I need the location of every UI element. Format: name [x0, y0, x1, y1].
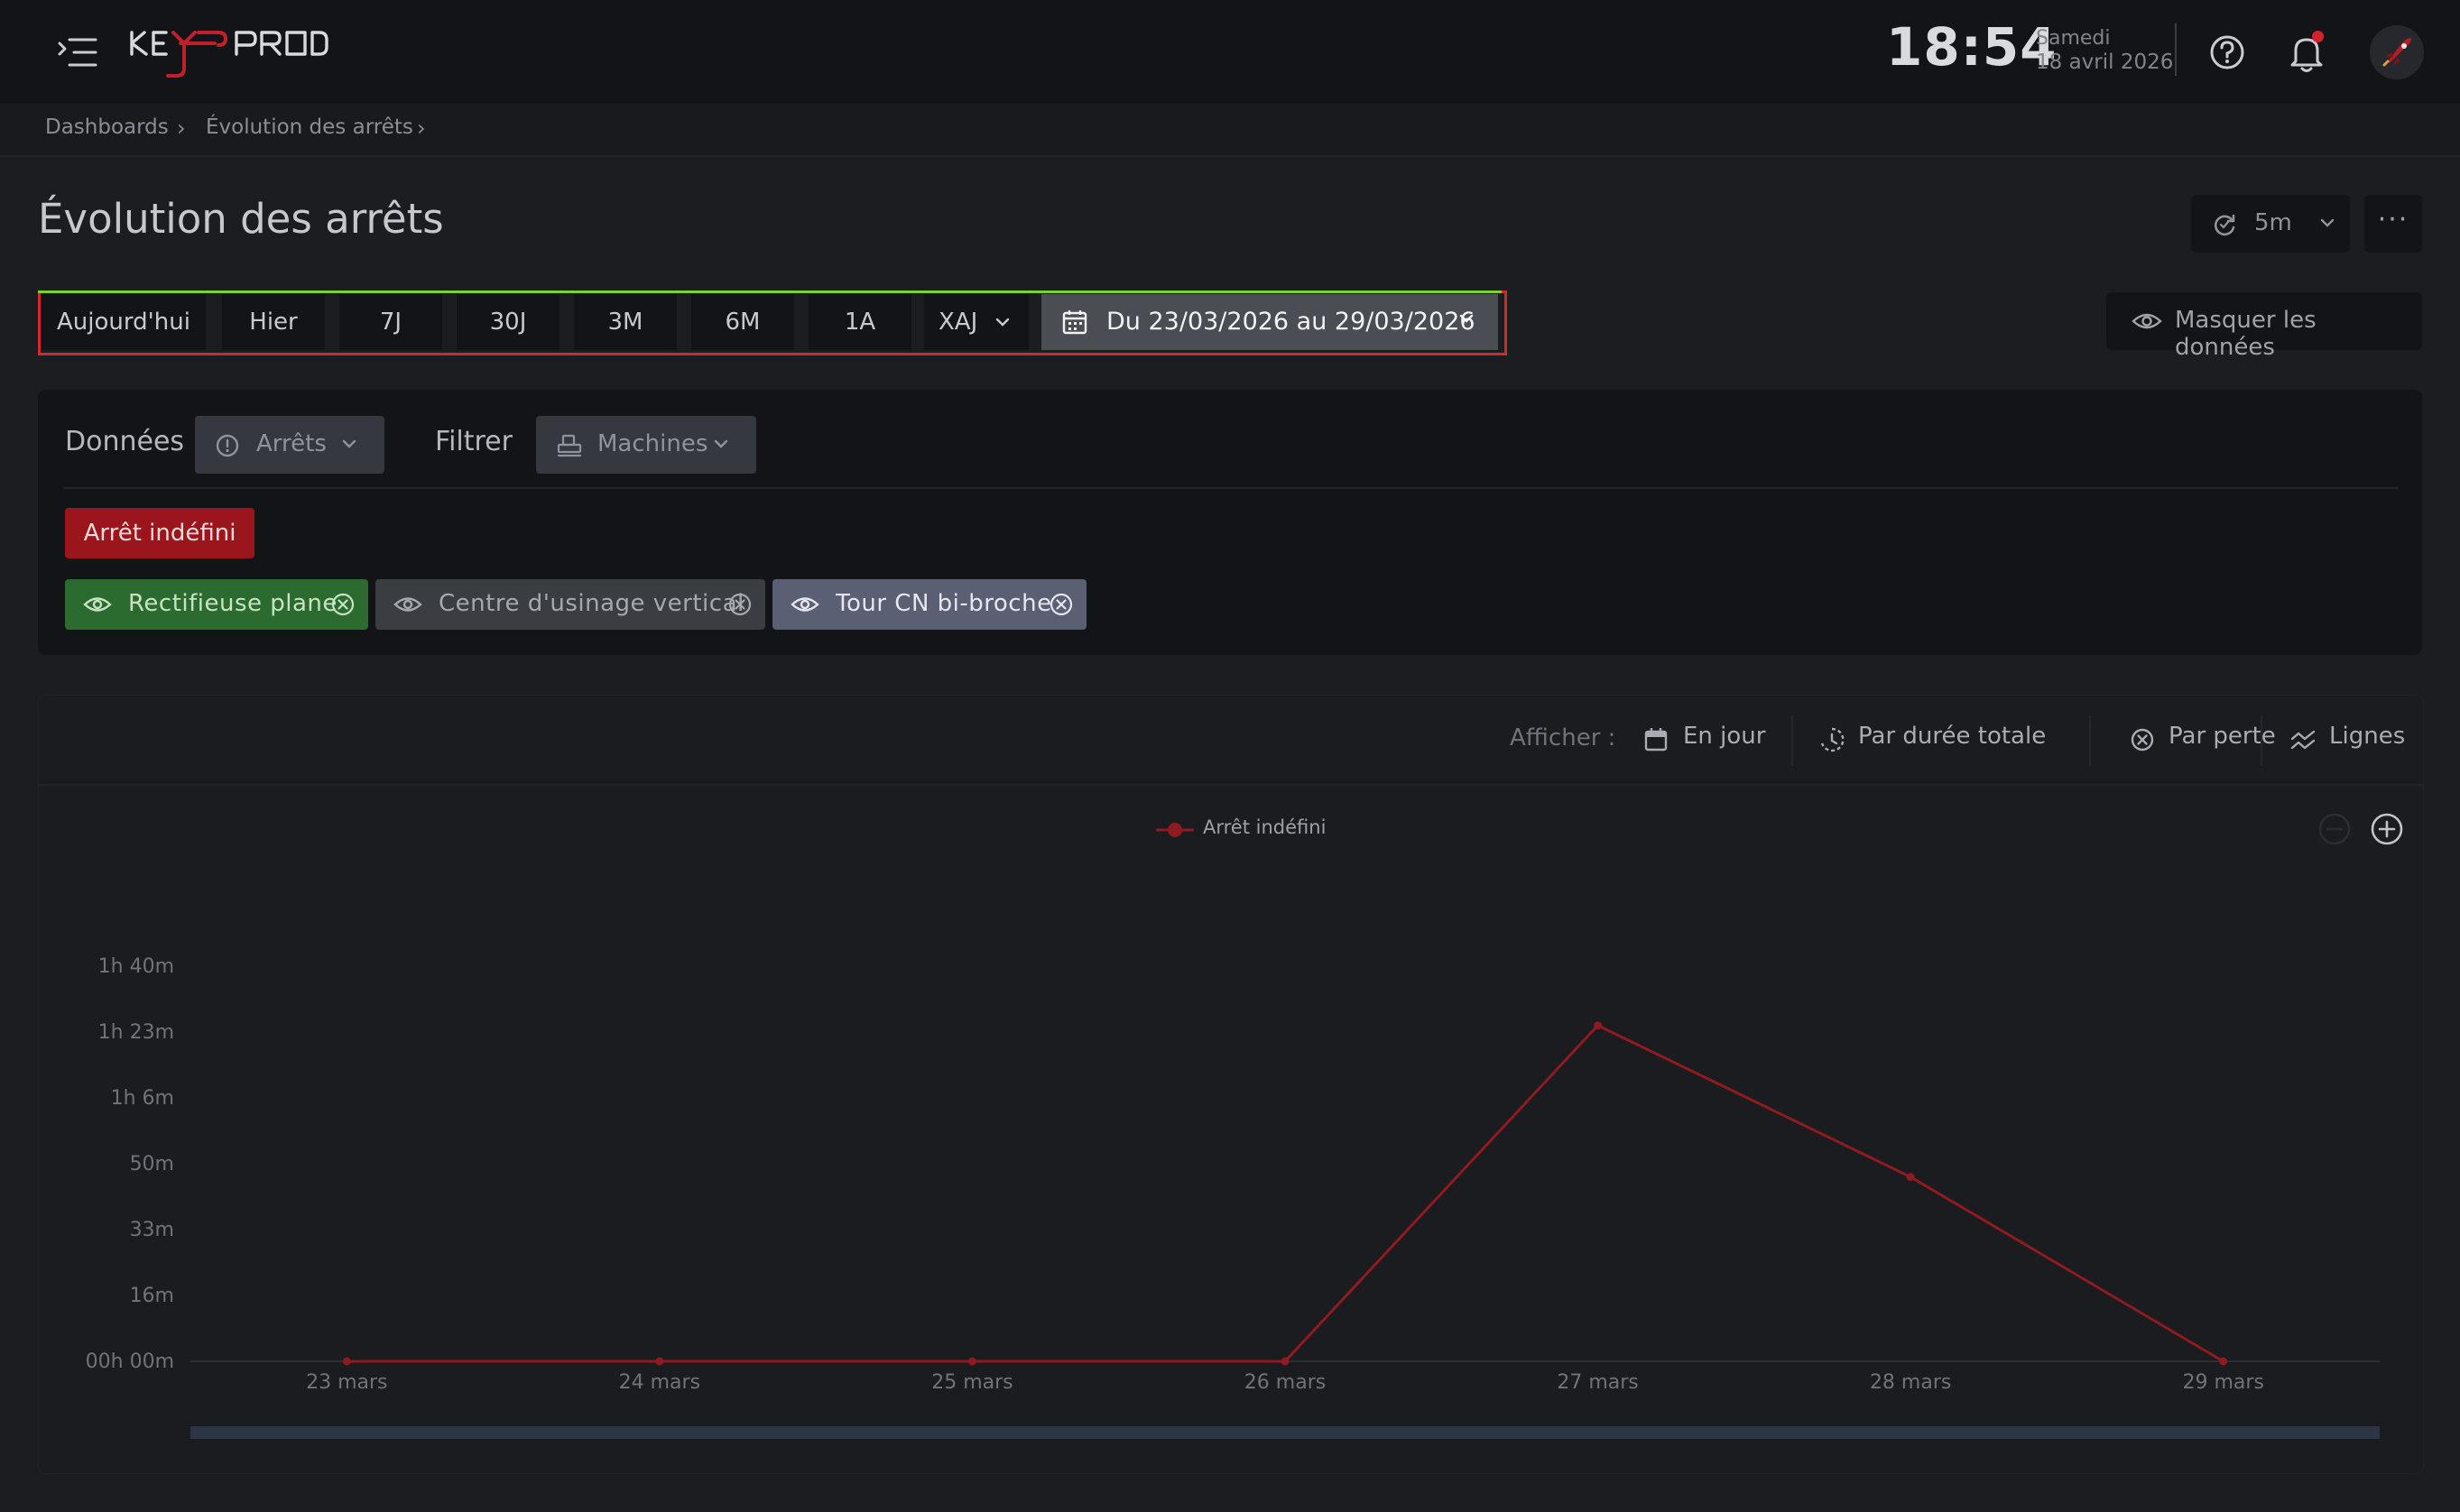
breadcrumb-separator: ›: [417, 115, 426, 141]
data-label: Données: [65, 426, 185, 457]
data-point[interactable]: [655, 1357, 664, 1366]
hide-data-button[interactable]: Masquer les données: [2106, 292, 2422, 361]
keyprod-logo[interactable]: [128, 23, 328, 81]
chevron-down-icon: [342, 439, 356, 448]
y-tick-label: 00h 00m: [86, 1351, 174, 1373]
data-type-dropdown[interactable]: Arrêts: [195, 416, 384, 474]
filter-label: Filtrer: [435, 426, 513, 457]
data-point[interactable]: [342, 1357, 351, 1366]
eye-icon: [791, 597, 819, 612]
chart-panel: Afficher : En jour Par durée totale Par …: [38, 695, 2424, 1474]
machine-chip-rectifieuse[interactable]: Rectifieuse plane: [65, 579, 368, 630]
date-range-label: Du 23/03/2026 au 29/03/2026: [1106, 308, 1475, 336]
clock-time: 18:54: [1886, 16, 2058, 78]
y-tick-label: 16m: [130, 1285, 174, 1307]
x-tick-label: 27 mars: [1557, 1371, 1638, 1394]
range-yesterday-button[interactable]: Hier: [222, 294, 325, 350]
more-options-button[interactable]: ···: [2364, 195, 2422, 253]
filter-value: Machines: [597, 430, 708, 457]
filter-dropdown[interactable]: Machines: [536, 416, 756, 474]
breadcrumb-separator: ›: [177, 115, 186, 141]
auto-refresh-dropdown[interactable]: 5m: [2191, 195, 2350, 253]
breadcrumb-dashboards[interactable]: Dashboards: [45, 115, 169, 139]
machine-icon: [557, 434, 582, 457]
range-xaj-dropdown[interactable]: XAJ: [924, 294, 1029, 350]
x-tick-label: 26 mars: [1244, 1371, 1326, 1394]
chevron-down-icon: [2320, 218, 2335, 227]
menu-toggle-icon[interactable]: [54, 31, 101, 74]
stop-type-tag[interactable]: Arrêt indéfini: [65, 508, 254, 558]
data-point[interactable]: [1594, 1021, 1603, 1030]
x-tick-label: 29 mars: [2183, 1371, 2264, 1394]
machine-chip-label: Centre d'usinage vertical: [439, 590, 744, 617]
clock-day: Samedi: [2036, 27, 2111, 50]
page-title: Évolution des arrêts: [38, 195, 444, 243]
refresh-icon: [2215, 214, 2235, 236]
range-7d-button[interactable]: 7J: [339, 294, 442, 350]
machine-chip-label: Tour CN bi-broche: [836, 590, 1052, 617]
x-tick-label: 24 mars: [619, 1371, 700, 1394]
range-30d-button[interactable]: 30J: [457, 294, 560, 350]
user-avatar[interactable]: [2370, 25, 2424, 79]
zoom-range-slider[interactable]: [190, 1426, 2380, 1439]
y-tick-label: 1h 23m: [98, 1021, 174, 1044]
series-line: [347, 1024, 2224, 1363]
data-type-value: Arrêts: [256, 430, 327, 457]
machine-chip-tour-cn[interactable]: Tour CN bi-broche: [772, 579, 1087, 630]
range-6m-button[interactable]: 6M: [691, 294, 794, 350]
hide-data-label: Masquer les données: [2175, 307, 2317, 361]
chevron-down-icon: [714, 439, 728, 448]
alert-circle-icon: [216, 434, 239, 457]
machine-chip-centre-usinage[interactable]: Centre d'usinage vertical: [375, 579, 765, 630]
clock-date: 18 avril 2026: [2036, 51, 2174, 74]
data-point[interactable]: [1281, 1357, 1290, 1366]
line-chart: 00h 00m 16m 33m 50m 1h 6m 1h 23m 1h 40m 23 mars…: [86, 955, 2380, 1439]
eye-icon: [2132, 313, 2162, 329]
filter-panel: Données Arrêts Filtrer Machines Arrêt in…: [38, 390, 2422, 655]
range-xaj-label: XAJ: [939, 309, 978, 336]
range-1y-button[interactable]: 1A: [809, 294, 911, 350]
header-divider: [2175, 23, 2177, 76]
eye-icon: [83, 597, 112, 612]
range-today-button[interactable]: Aujourd'hui: [42, 294, 206, 350]
y-tick-label: 50m: [130, 1153, 174, 1175]
chevron-down-icon: [995, 318, 1010, 327]
data-point[interactable]: [967, 1357, 976, 1366]
remove-circle-icon[interactable]: [330, 592, 356, 617]
data-point[interactable]: [2219, 1357, 2228, 1366]
chevron-down-icon: [1459, 314, 1474, 323]
notification-badge: [2312, 31, 2324, 42]
remove-circle-icon[interactable]: [1049, 592, 1074, 617]
y-tick-label: 33m: [130, 1219, 174, 1241]
machine-chip-label: Rectifieuse plane: [128, 590, 338, 617]
eye-icon: [393, 597, 422, 612]
remove-circle-icon[interactable]: [727, 592, 753, 617]
y-tick-label: 1h 6m: [111, 1087, 174, 1110]
refresh-interval-value: 5m: [2254, 209, 2292, 236]
y-tick-label: 1h 40m: [98, 955, 174, 978]
rocket-icon: [2370, 25, 2424, 79]
date-range-picker[interactable]: Du 23/03/2026 au 29/03/2026: [1041, 294, 1498, 350]
filter-divider: [63, 487, 2399, 489]
data-point[interactable]: [1906, 1173, 1915, 1182]
calendar-icon: [1062, 310, 1087, 335]
x-tick-label: 28 mars: [1870, 1371, 1951, 1394]
x-tick-label: 23 mars: [306, 1371, 387, 1394]
range-selector-frame-top: [38, 290, 1502, 293]
breadcrumb-current[interactable]: Évolution des arrêts: [206, 115, 413, 139]
range-3m-button[interactable]: 3M: [574, 294, 677, 350]
more-dots-icon: ···: [2377, 204, 2409, 235]
x-tick-label: 25 mars: [931, 1371, 1013, 1394]
help-icon[interactable]: [2207, 32, 2247, 72]
